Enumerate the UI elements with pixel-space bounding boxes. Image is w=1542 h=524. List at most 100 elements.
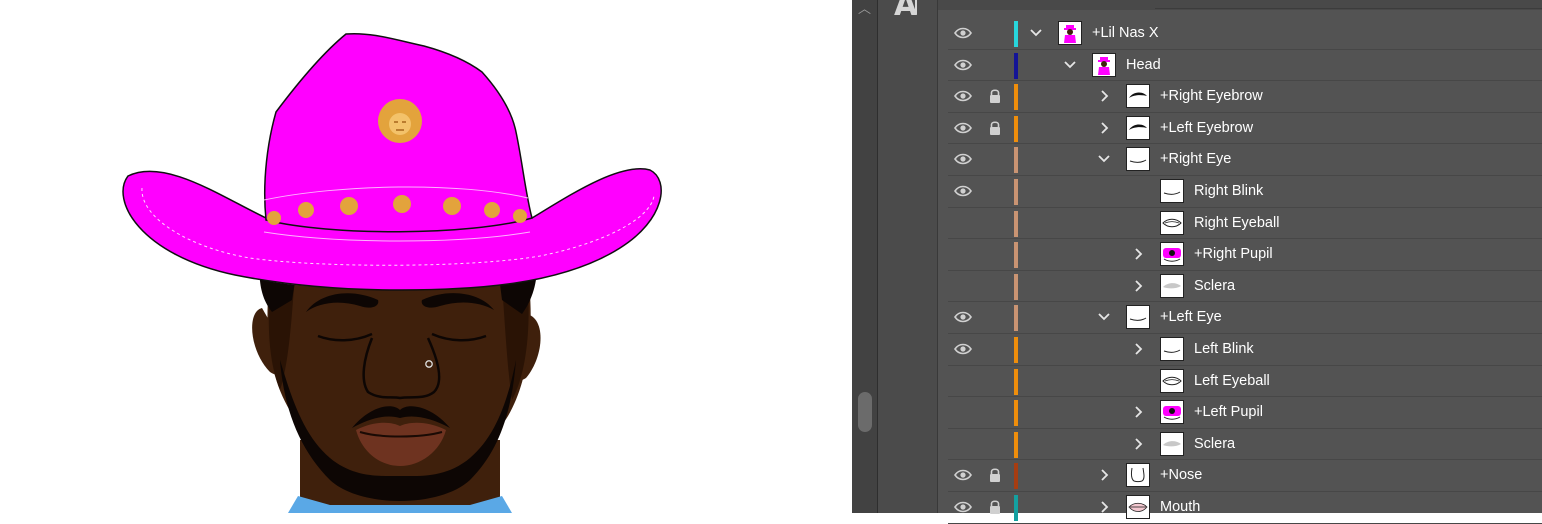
layer-name[interactable]: +Right Eye xyxy=(1160,151,1231,167)
visibility-eye-icon[interactable] xyxy=(954,437,972,451)
chevron-down-icon[interactable] xyxy=(1030,26,1042,40)
layer-row[interactable]: +Left Eye xyxy=(948,302,1542,334)
hat-emblem-small-2 xyxy=(298,202,314,218)
layer-thumbnail xyxy=(1126,84,1150,109)
layer-thumbnail xyxy=(1126,305,1150,330)
scroll-up-icon[interactable]: ︿ xyxy=(858,0,871,17)
chevron-right-icon[interactable] xyxy=(1132,247,1144,261)
hat-emblem-small-1 xyxy=(267,211,281,225)
layer-row[interactable]: Sclera xyxy=(948,271,1542,303)
artboard-canvas[interactable] xyxy=(0,0,852,513)
lock-icon[interactable] xyxy=(988,183,1002,199)
chevron-right-icon[interactable] xyxy=(1098,89,1110,103)
layer-name[interactable]: Left Blink xyxy=(1194,341,1254,357)
layer-name[interactable]: +Nose xyxy=(1160,467,1202,483)
canvas-scrollbar[interactable]: ︿ xyxy=(852,0,878,513)
hat-emblem-small-4 xyxy=(393,195,411,213)
lock-icon[interactable] xyxy=(988,341,1002,357)
layer-thumbnail xyxy=(1160,178,1184,203)
visibility-eye-icon[interactable] xyxy=(954,310,972,324)
layer-row[interactable]: Left Eyeball xyxy=(948,366,1542,398)
layer-name[interactable]: Right Blink xyxy=(1194,183,1263,199)
lock-icon[interactable] xyxy=(988,246,1002,262)
lock-icon[interactable] xyxy=(988,467,1002,483)
layer-name[interactable]: +Left Eyebrow xyxy=(1160,120,1253,136)
layer-color-swatch xyxy=(1014,494,1018,521)
layer-name[interactable]: Sclera xyxy=(1194,436,1235,452)
chevron-down-icon[interactable] xyxy=(1098,310,1110,324)
layer-name[interactable]: Sclera xyxy=(1194,278,1235,294)
layer-row[interactable]: +Right Pupil xyxy=(948,239,1542,271)
visibility-eye-icon[interactable] xyxy=(954,184,972,198)
type-tool-icon[interactable]: A xyxy=(894,0,917,23)
layer-row[interactable]: +Left Pupil xyxy=(948,397,1542,429)
layer-row[interactable]: +Nose xyxy=(948,460,1542,492)
visibility-eye-icon[interactable] xyxy=(954,342,972,356)
layer-row[interactable]: Right Eyeball xyxy=(948,208,1542,240)
visibility-eye-icon[interactable] xyxy=(954,279,972,293)
lock-icon[interactable] xyxy=(988,120,1002,136)
layer-thumbnail xyxy=(1160,242,1184,267)
chevron-right-icon[interactable] xyxy=(1132,279,1144,293)
visibility-eye-icon[interactable] xyxy=(954,152,972,166)
layer-name[interactable]: Left Eyeball xyxy=(1194,373,1270,389)
hat-emblem-small-6 xyxy=(484,202,500,218)
layer-row[interactable]: +Lil Nas X xyxy=(948,18,1542,50)
layer-row[interactable]: +Right Eyebrow xyxy=(948,81,1542,113)
lock-icon[interactable] xyxy=(988,309,1002,325)
layer-row[interactable]: Right Blink xyxy=(948,176,1542,208)
hat-emblem-large xyxy=(378,99,422,143)
chevron-right-icon[interactable] xyxy=(1132,342,1144,356)
lock-icon[interactable] xyxy=(988,25,1002,41)
visibility-eye-icon[interactable] xyxy=(954,247,972,261)
chevron-down-icon[interactable] xyxy=(1064,58,1076,72)
layer-row[interactable]: Sclera xyxy=(948,429,1542,461)
lock-icon[interactable] xyxy=(988,404,1002,420)
layer-row[interactable]: +Left Eyebrow xyxy=(948,113,1542,145)
layer-name[interactable]: +Left Pupil xyxy=(1194,404,1263,420)
layer-thumbnail xyxy=(1160,273,1184,298)
layer-thumbnail xyxy=(1160,400,1184,425)
layer-name[interactable]: +Right Eyebrow xyxy=(1160,88,1263,104)
lock-icon[interactable] xyxy=(988,373,1002,389)
layer-color-swatch xyxy=(1014,84,1018,111)
lock-icon[interactable] xyxy=(988,215,1002,231)
layer-name[interactable]: +Lil Nas X xyxy=(1092,25,1159,41)
visibility-eye-icon[interactable] xyxy=(954,216,972,230)
layer-thumbnail xyxy=(1126,463,1150,488)
layer-name[interactable]: Right Eyeball xyxy=(1194,215,1279,231)
visibility-eye-icon[interactable] xyxy=(954,26,972,40)
visibility-eye-icon[interactable] xyxy=(954,500,972,514)
layer-row[interactable]: Left Blink xyxy=(948,334,1542,366)
chevron-right-icon[interactable] xyxy=(1132,405,1144,419)
layer-name[interactable]: +Right Pupil xyxy=(1194,246,1273,262)
hat-emblem-small-5 xyxy=(443,197,461,215)
layer-thumbnail xyxy=(1160,368,1184,393)
layer-thumbnail xyxy=(1126,147,1150,172)
visibility-eye-icon[interactable] xyxy=(954,468,972,482)
layer-thumbnail xyxy=(1126,494,1150,519)
visibility-eye-icon[interactable] xyxy=(954,89,972,103)
chevron-down-icon[interactable] xyxy=(1098,152,1110,166)
layer-name[interactable]: +Left Eye xyxy=(1160,309,1222,325)
layer-row[interactable]: Mouth xyxy=(948,492,1542,524)
visibility-eye-icon[interactable] xyxy=(954,374,972,388)
layer-row[interactable]: +Right Eye xyxy=(948,144,1542,176)
visibility-eye-icon[interactable] xyxy=(954,121,972,135)
chevron-right-icon[interactable] xyxy=(1132,437,1144,451)
lock-icon[interactable] xyxy=(988,436,1002,452)
visibility-eye-icon[interactable] xyxy=(954,58,972,72)
lock-icon[interactable] xyxy=(988,151,1002,167)
layer-row[interactable]: Head xyxy=(948,50,1542,82)
chevron-right-icon[interactable] xyxy=(1098,468,1110,482)
visibility-eye-icon[interactable] xyxy=(954,405,972,419)
layer-name[interactable]: Head xyxy=(1126,57,1161,73)
layer-thumbnail xyxy=(1126,115,1150,140)
lock-icon[interactable] xyxy=(988,278,1002,294)
layer-color-swatch xyxy=(1014,147,1018,174)
chevron-right-icon[interactable] xyxy=(1098,500,1110,514)
lock-icon[interactable] xyxy=(988,57,1002,73)
lock-icon[interactable] xyxy=(988,88,1002,104)
scrollbar-thumb[interactable] xyxy=(858,392,872,432)
chevron-right-icon[interactable] xyxy=(1098,121,1110,135)
